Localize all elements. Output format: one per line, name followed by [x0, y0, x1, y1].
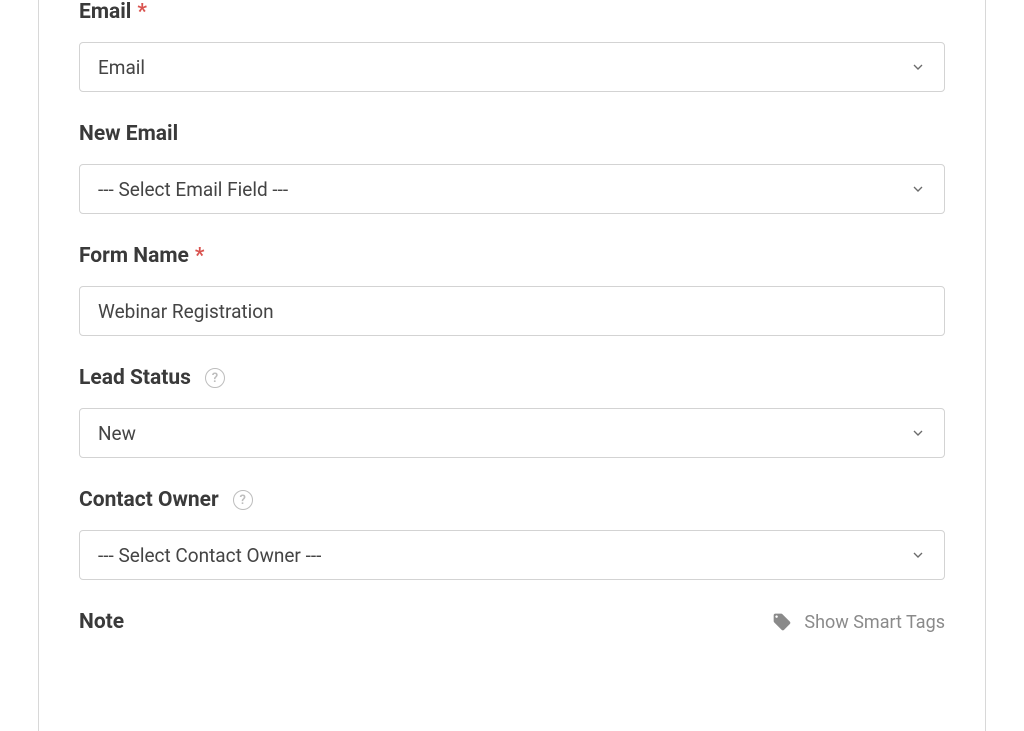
help-icon[interactable]: ?: [233, 490, 253, 510]
chevron-down-icon: [910, 547, 926, 563]
smart-tags-label: Show Smart Tags: [804, 612, 945, 633]
note-label-text: Note: [79, 610, 124, 634]
field-email: Email * Email: [79, 0, 945, 92]
note-header: Note Show Smart Tags: [79, 610, 945, 634]
field-lead-status: Lead Status ? New: [79, 366, 945, 458]
required-asterisk-icon: *: [195, 244, 205, 268]
new-email-label: New Email: [79, 122, 945, 146]
field-form-name: Form Name *: [79, 244, 945, 336]
contact-owner-label: Contact Owner ?: [79, 488, 945, 512]
form-name-input[interactable]: [79, 286, 945, 336]
form-container: Email * Email New Email --- Select Email…: [38, 0, 986, 731]
email-label: Email *: [79, 0, 945, 24]
lead-status-select[interactable]: New: [79, 408, 945, 458]
email-select[interactable]: Email: [79, 42, 945, 92]
form-name-label: Form Name *: [79, 244, 945, 268]
field-contact-owner: Contact Owner ? --- Select Contact Owner…: [79, 488, 945, 580]
chevron-down-icon: [910, 59, 926, 75]
tag-icon: [772, 612, 792, 632]
contact-owner-label-text: Contact Owner: [79, 488, 219, 512]
lead-status-label: Lead Status ?: [79, 366, 945, 390]
new-email-select-placeholder: --- Select Email Field ---: [98, 178, 288, 201]
contact-owner-select[interactable]: --- Select Contact Owner ---: [79, 530, 945, 580]
show-smart-tags-link[interactable]: Show Smart Tags: [772, 612, 945, 633]
note-label: Note: [79, 610, 124, 634]
lead-status-label-text: Lead Status: [79, 366, 191, 390]
new-email-select[interactable]: --- Select Email Field ---: [79, 164, 945, 214]
form-name-label-text: Form Name: [79, 244, 189, 268]
new-email-label-text: New Email: [79, 122, 178, 146]
email-label-text: Email: [79, 0, 131, 24]
required-asterisk-icon: *: [137, 0, 147, 24]
email-select-value: Email: [98, 56, 145, 79]
lead-status-select-value: New: [98, 422, 136, 445]
help-icon[interactable]: ?: [205, 368, 225, 388]
chevron-down-icon: [910, 181, 926, 197]
chevron-down-icon: [910, 425, 926, 441]
field-new-email: New Email --- Select Email Field ---: [79, 122, 945, 214]
field-note: Note Show Smart Tags: [79, 610, 945, 634]
contact-owner-select-placeholder: --- Select Contact Owner ---: [98, 544, 321, 567]
